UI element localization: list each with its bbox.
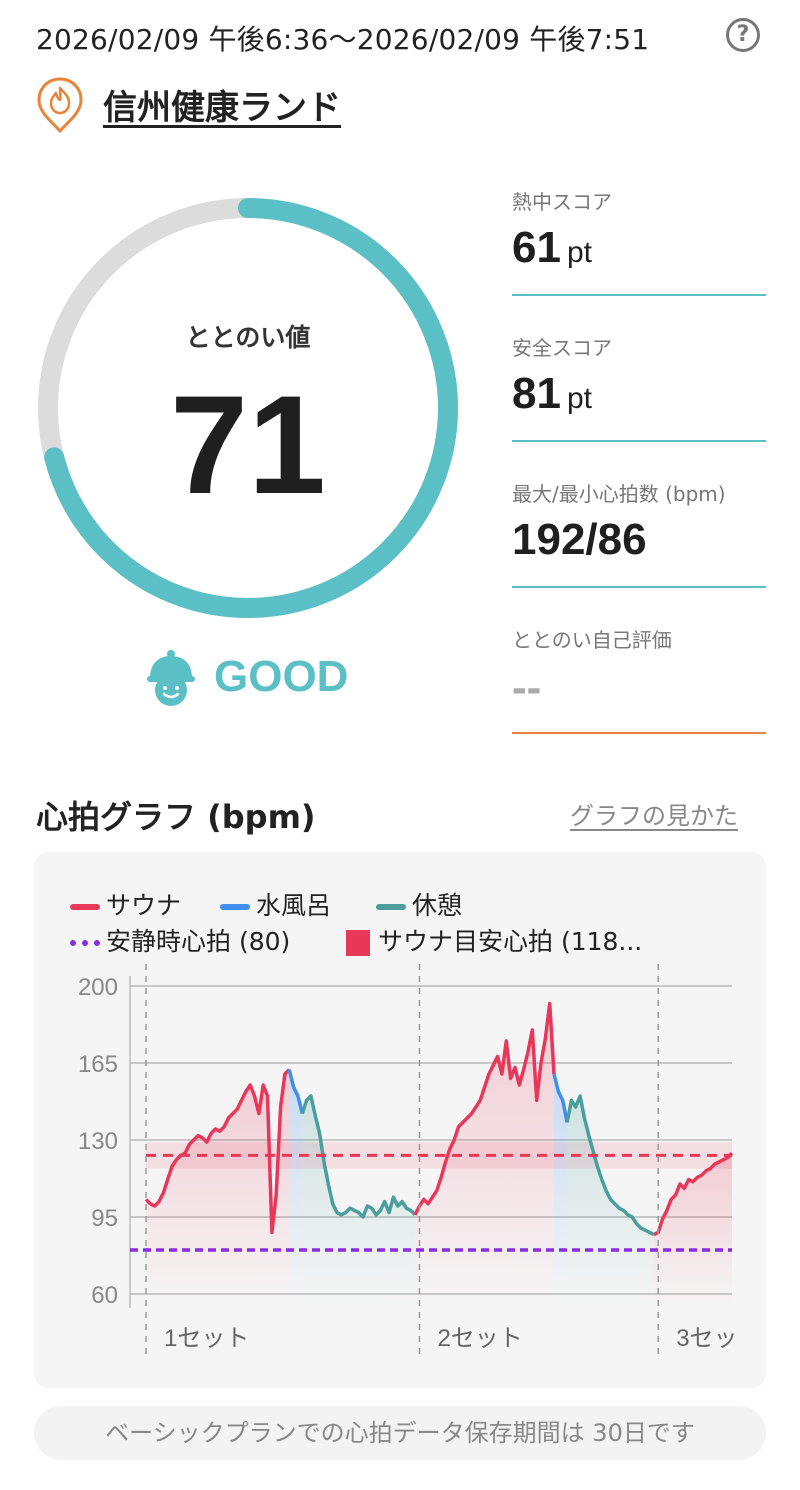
metric-value: --	[512, 663, 542, 712]
legend-label: 水風呂	[256, 891, 332, 920]
legend-resting-hr: 安静時心拍 (80)	[70, 922, 290, 958]
metric-label: 最大/最小心拍数 (bpm)	[512, 482, 726, 506]
set-label: 1セット	[164, 1325, 249, 1352]
score-value: 71	[170, 366, 326, 523]
safety-score-metric: 安全スコア 81 pt	[512, 332, 766, 444]
metric-value: 81 pt	[512, 369, 766, 419]
metric-value: 61 pt	[512, 223, 766, 273]
metric-number: 81	[512, 369, 561, 418]
legend-label: 休憩	[412, 891, 463, 920]
score-label: ととのい値	[185, 323, 311, 352]
self-evaluation-metric[interactable]: ととのい自己評価 --	[512, 624, 766, 736]
graph-guide-link[interactable]: グラフの見かた	[570, 796, 738, 831]
mascot-icon	[144, 648, 198, 712]
metric-divider	[512, 732, 766, 734]
heat-score-metric: 熱中スコア 61 pt	[512, 186, 766, 298]
series-area	[653, 1153, 732, 1306]
metric-label: 熱中スコア	[512, 190, 612, 214]
legend-sauna-target: サウナ目安心拍 (118...	[346, 922, 642, 958]
y-tick-label: 95	[91, 1205, 118, 1232]
heart-rate-chart-card: サウナ 水風呂 休憩 安静時心拍 (80) サウナ目安心拍 (118... 20…	[34, 852, 766, 1388]
metric-divider	[512, 586, 766, 588]
legend-swatch	[70, 904, 100, 910]
metric-value: 192/86	[512, 515, 647, 564]
y-tick-label: 60	[91, 1282, 118, 1309]
help-button[interactable]: ?	[726, 18, 760, 52]
facility-name-link[interactable]: 信州健康ランド	[103, 80, 341, 129]
max-min-hr-metric: 最大/最小心拍数 (bpm) 192/86	[512, 478, 766, 590]
legend-swatch	[70, 940, 100, 946]
storage-period-note: ベーシックプランでの心拍データ保存期間は 30日です	[34, 1406, 766, 1460]
facility-pin-icon	[36, 76, 84, 138]
set-label: 3セッ	[676, 1325, 737, 1352]
legend-swatch	[346, 930, 370, 956]
metric-divider	[512, 440, 766, 442]
metric-unit: pt	[566, 382, 592, 415]
legend-sauna: サウナ	[70, 886, 181, 922]
legend-label: 安静時心拍 (80)	[106, 927, 291, 956]
legend-swatch	[376, 904, 406, 910]
rating-label: GOOD	[214, 652, 349, 701]
heart-rate-chart: 200 165 130 95 60 1セット 2セット 3セッ	[78, 964, 738, 1354]
legend-swatch	[220, 904, 250, 910]
metric-number: 61	[512, 223, 561, 272]
set-label: 2セット	[437, 1325, 522, 1352]
metric-label: ととのい自己評価	[512, 628, 672, 652]
y-tick-label: 165	[78, 1051, 118, 1078]
legend-label: サウナ目安心拍 (118...	[378, 927, 643, 956]
top-edge	[0, 0, 800, 6]
metric-divider	[512, 294, 766, 296]
y-tick-label: 200	[78, 974, 118, 1001]
heart-rate-graph-title: 心拍グラフ (bpm)	[36, 798, 316, 836]
metric-unit: pt	[566, 236, 592, 269]
y-tick-label: 130	[78, 1128, 118, 1155]
metric-label: 安全スコア	[512, 336, 612, 360]
legend-cold-bath: 水風呂	[220, 886, 331, 922]
legend-label: サウナ	[106, 891, 182, 920]
legend-rest: 休憩	[376, 886, 462, 922]
session-date-range: 2026/02/09 午後6:36～2026/02/09 午後7:51	[36, 23, 650, 56]
